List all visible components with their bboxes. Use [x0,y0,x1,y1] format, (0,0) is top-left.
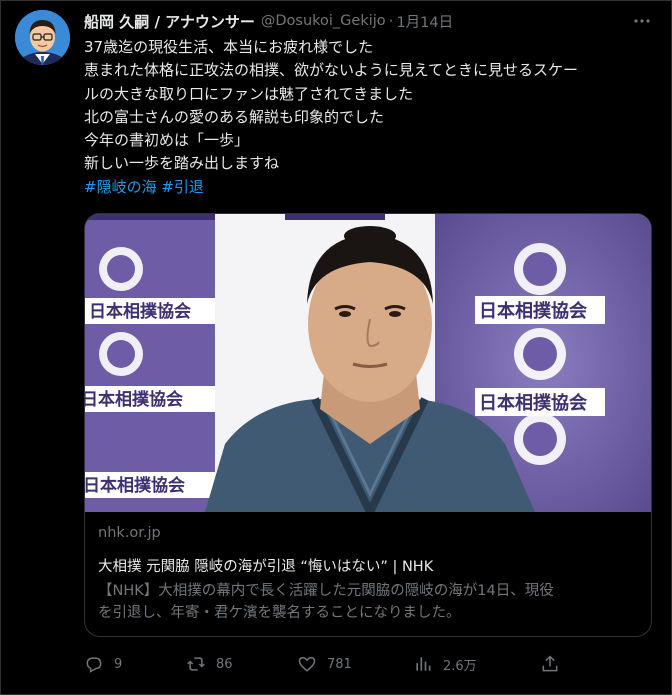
card-description: 【NHK】大相撲の幕内で長く活躍した元関脇の隠岐の海が14日、現役 を引退し、年… [98,580,640,624]
backdrop-text: 日本相撲協会 [85,389,183,410]
tweet-line: 37歳迄の現役生活、本当にお疲れ様でした [84,38,374,56]
like-icon [298,656,316,672]
more-icon[interactable] [630,10,654,32]
tweet-line: 北の富士さんの愛のある解説も印象的でした [84,107,385,126]
tweet-line: ルの大きな取り口にファンは魅了されてきました [84,84,414,103]
card-description-line: 【NHK】大相撲の幕内で長く活躍した元関脇の隠岐の海が14日、現役 [98,583,554,599]
retweet-icon [187,657,205,671]
author-name[interactable]: 船岡 久嗣 / アナウンサー [84,11,255,32]
author-handle[interactable]: @Dosukoi_Gekijo [261,13,386,29]
card-title[interactable]: 大相撲 元関脇 隠岐の海が引退 “悔いはない” | NHK [98,555,640,577]
action-bar: 9 86 781 2.6万 [84,651,564,677]
view-count: 2.6万 [443,658,477,674]
separator: · [388,12,394,30]
card-image[interactable]: 日本相撲協会 日本相撲協会 日本相撲協会 日本相撲協会 日本相撲協会 [85,214,651,512]
avatar[interactable] [15,10,70,65]
tweet-header: 船岡 久嗣 / アナウンサー @Dosukoi_Gekijo · 1月14日 [84,10,453,32]
backdrop-text: 日本相撲協会 [89,301,191,322]
card-domain: nhk.or.jp [98,525,161,541]
card-meta: nhk.or.jp 大相撲 元関脇 隠岐の海が引退 “悔いはない” | NHK … [85,513,651,636]
retweet-count: 86 [216,656,233,672]
tweet-date[interactable]: 1月14日 [396,11,453,32]
like-button[interactable]: 781 [297,651,352,677]
backdrop-text: 日本相撲協会 [479,392,587,414]
reply-count: 9 [114,656,123,672]
tweet-line: 今年の書初めは「一歩」 [84,131,250,150]
card-description-line: を引退し、年寄・君ケ濱を襲名することになりました。 [98,605,461,621]
retweet-button[interactable]: 86 [186,651,233,677]
svg-text:日本相撲協会: 日本相撲協会 [85,475,185,496]
hashtag-links[interactable]: #隠岐の海 #引退 [84,176,659,199]
like-count: 781 [327,656,352,672]
views-button[interactable]: 2.6万 [413,651,477,677]
share-icon [542,655,558,672]
views-icon [416,657,431,671]
tweet-container[interactable]: 船岡 久嗣 / アナウンサー @Dosukoi_Gekijo · 1月14日 3… [0,0,672,695]
backdrop-text: 日本相撲協会 [479,300,587,322]
reply-icon [86,657,102,673]
share-button[interactable] [540,651,570,677]
tweet-line: 新しい一歩を踏み出しますね [84,154,280,173]
tweet-line: 恵まれた体格に正攻法の相撲、欲がないように見えてときに見せるスケー [84,61,578,80]
link-card[interactable]: 日本相撲協会 日本相撲協会 日本相撲協会 日本相撲協会 日本相撲協会 nhk.o… [84,213,652,637]
tweet-text: 37歳迄の現役生活、本当にお疲れ様でした 恵まれた体格に正攻法の相撲、欲がないよ… [84,36,659,199]
reply-button[interactable]: 9 [84,651,122,677]
